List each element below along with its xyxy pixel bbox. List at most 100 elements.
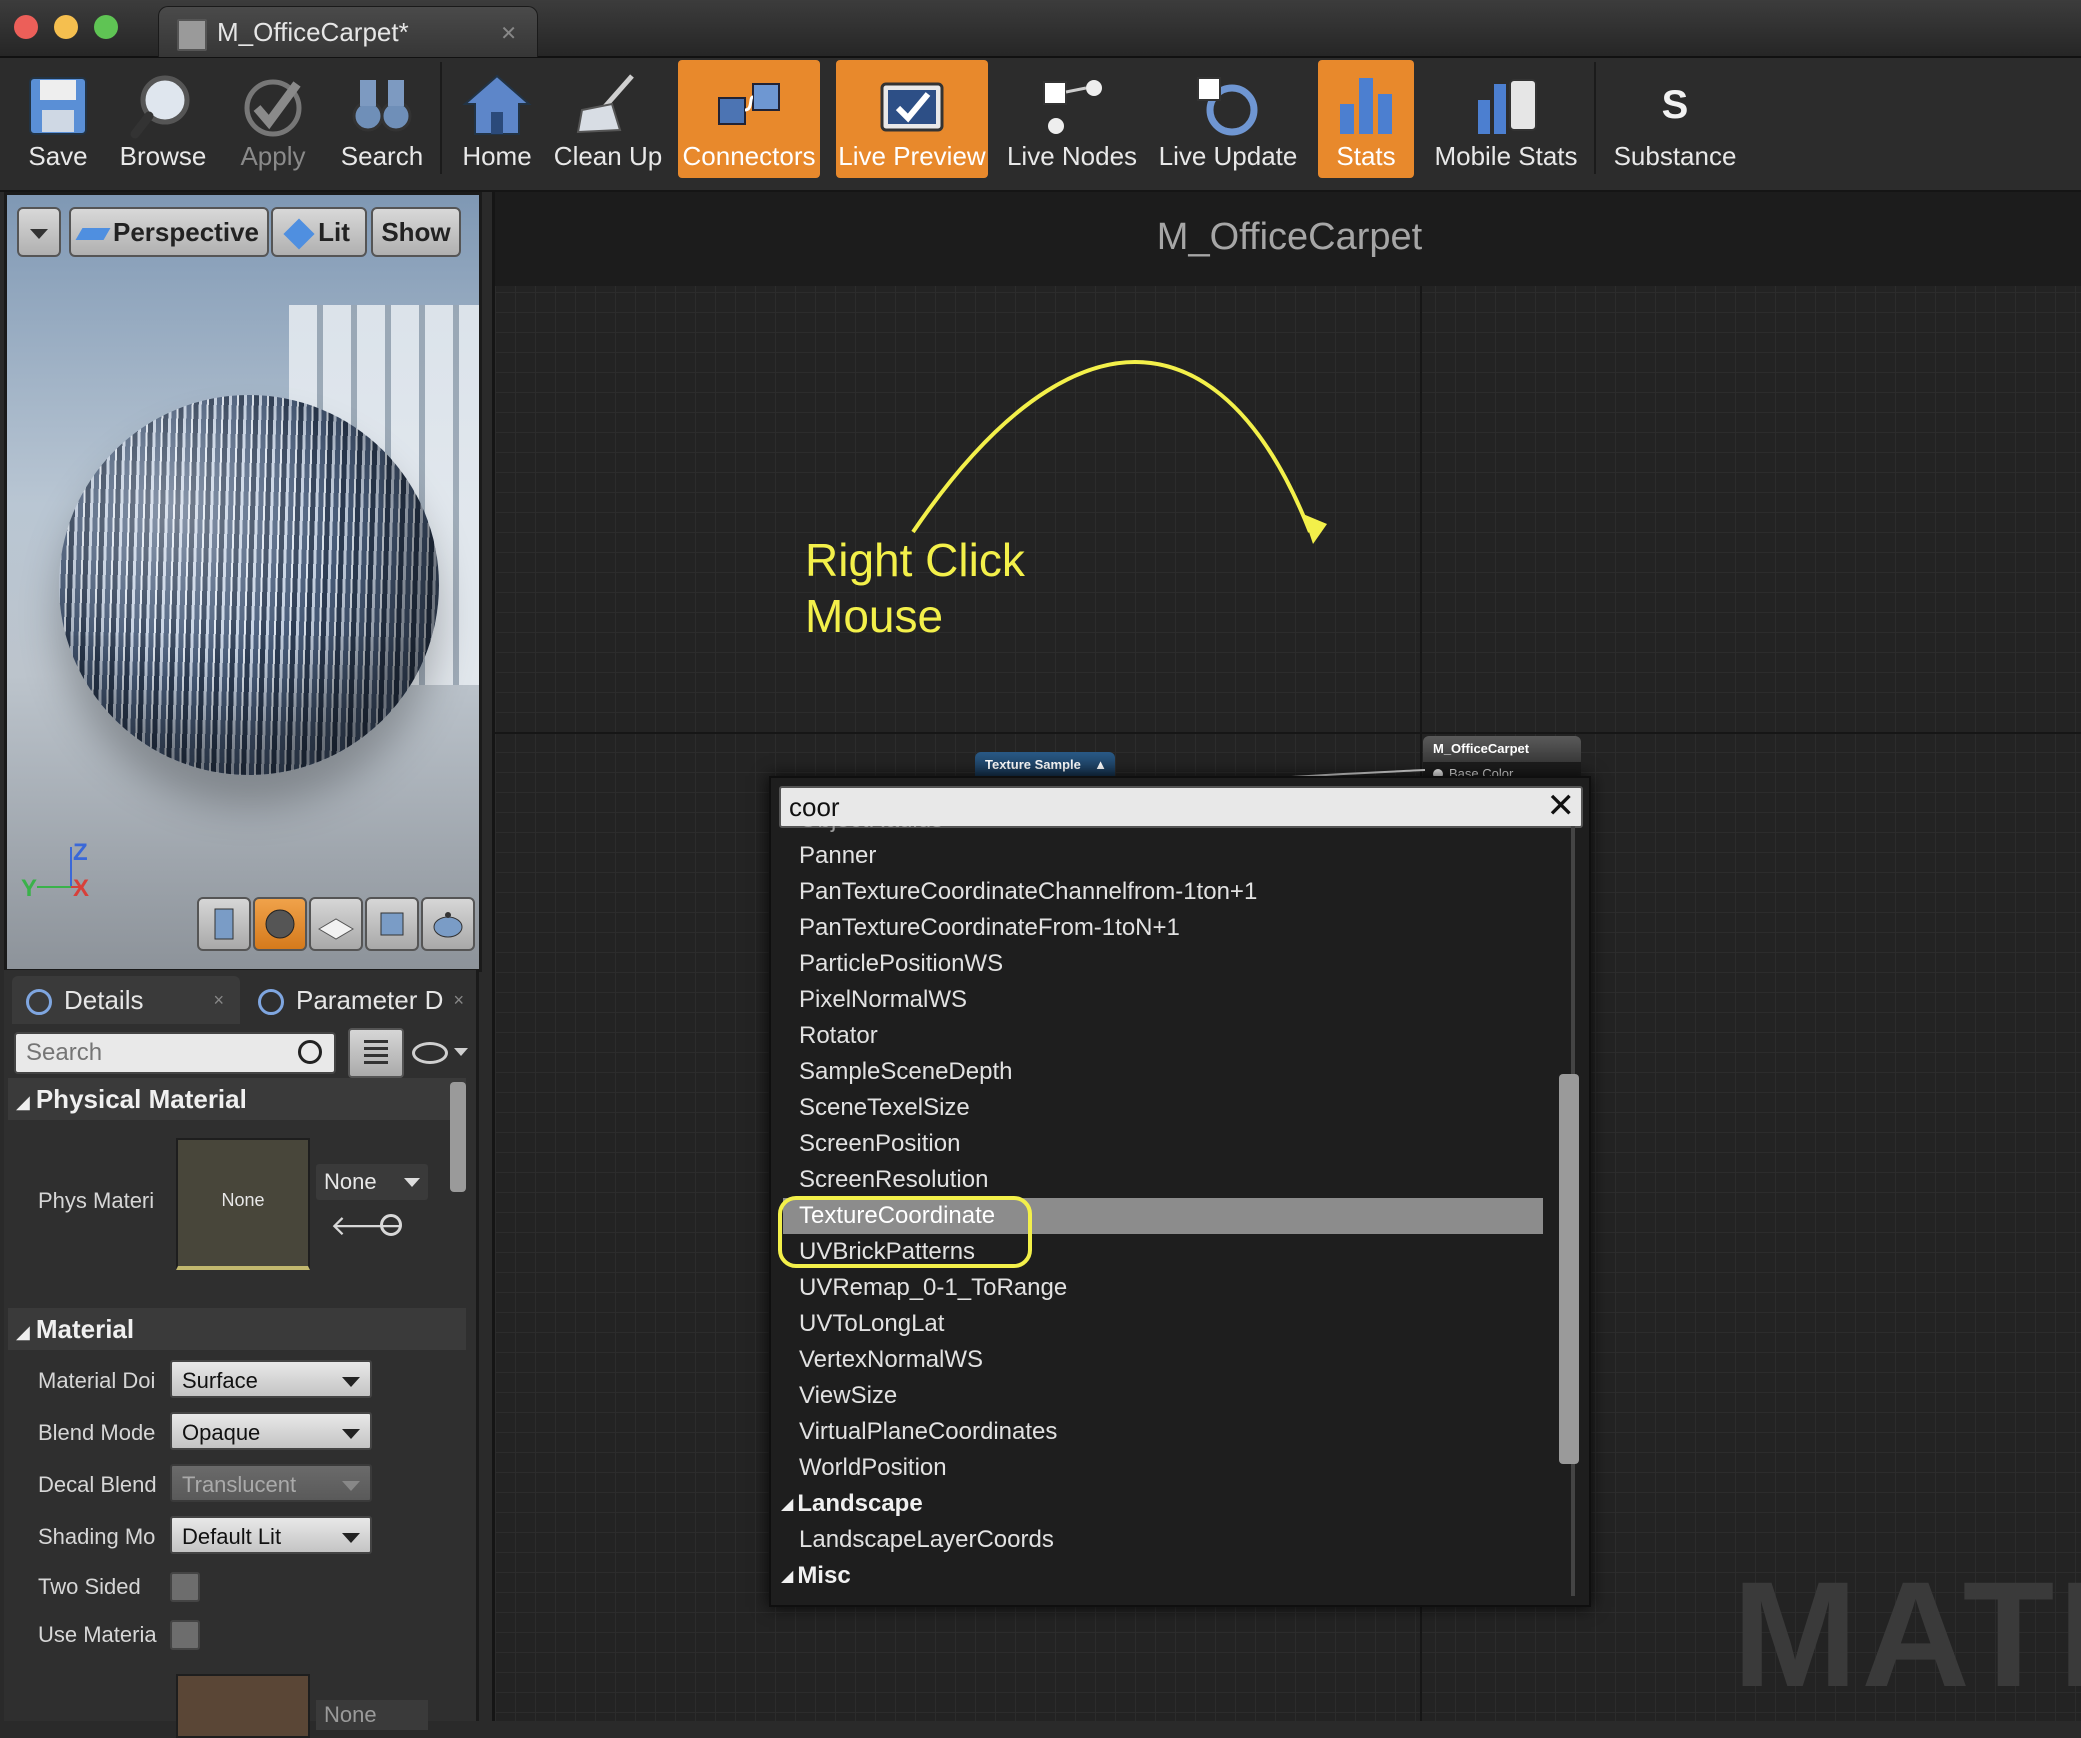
house-icon xyxy=(462,74,532,135)
parameter-magnifier-icon xyxy=(258,989,284,1016)
chevron-down-icon xyxy=(404,1178,420,1187)
substance-button[interactable]: S Substance xyxy=(1602,60,1748,178)
minimize-window-button[interactable] xyxy=(54,15,78,39)
preview-custom-mesh-button[interactable] xyxy=(421,897,475,951)
refresh-icon xyxy=(1197,77,1258,136)
menu-item[interactable]: SceneTexelSize xyxy=(799,1090,970,1126)
menu-item[interactable]: LandscapeLayerCoords xyxy=(799,1522,1054,1558)
menu-item[interactable]: UVToLongLat xyxy=(799,1306,944,1342)
menu-item[interactable]: Rotator xyxy=(799,1018,878,1054)
menu-item[interactable]: UVRemap_0-1_ToRange xyxy=(799,1270,1067,1306)
material-doc-icon xyxy=(177,19,207,51)
tab-parameter-defaults[interactable]: Parameter D × xyxy=(248,976,468,1024)
menu-item[interactable]: PanTextureCoordinateChannelfrom-1ton+1 xyxy=(799,874,1257,910)
close-window-button[interactable] xyxy=(14,15,38,39)
details-scrollbar[interactable] xyxy=(450,1082,466,1192)
menu-item[interactable]: ScreenPosition xyxy=(799,1126,960,1162)
stats-button[interactable]: Stats xyxy=(1318,60,1414,178)
collapse-arrow-icon: ◢ xyxy=(16,1092,30,1112)
use-material-attributes-checkbox[interactable] xyxy=(170,1620,200,1650)
menu-item[interactable]: SampleSceneDepth xyxy=(799,1054,1012,1090)
collapse-arrow-icon[interactable]: ▲ xyxy=(1094,752,1107,778)
shading-model-combo[interactable]: Default Lit xyxy=(170,1516,372,1554)
chevron-down-icon xyxy=(342,1429,360,1439)
editor-tab[interactable]: M_OfficeCarpet* ✕ xyxy=(158,6,538,57)
search-button[interactable]: Search xyxy=(330,60,434,178)
axis-y-label: Y xyxy=(21,875,38,902)
two-sided-checkbox[interactable] xyxy=(170,1572,200,1602)
blend-mode-label: Blend Mode xyxy=(38,1420,156,1445)
perspective-icon xyxy=(75,228,111,241)
dropdown-icon xyxy=(30,229,48,240)
details-search-input[interactable] xyxy=(16,1034,278,1072)
perspective-button[interactable]: Perspective xyxy=(69,207,269,257)
toolbar: Save Browse Apply Search Home Clean Up C… xyxy=(0,58,2081,192)
browse-button[interactable]: Browse xyxy=(112,60,214,178)
menu-item[interactable]: ScreenResolution xyxy=(799,1162,988,1198)
phys-material-thumbnail[interactable]: None xyxy=(176,1138,310,1270)
connectors-button[interactable]: Connectors xyxy=(678,60,820,178)
clean-up-button[interactable]: Clean Up xyxy=(552,60,664,178)
tab-details[interactable]: Details × xyxy=(12,976,240,1024)
preview-cylinder-button[interactable] xyxy=(197,897,251,951)
browse-asset-icon[interactable] xyxy=(380,1214,402,1236)
material-domain-label: Material Doi xyxy=(38,1368,156,1393)
menu-item[interactable]: PixelNormalWS xyxy=(799,982,967,1018)
live-preview-button[interactable]: Live Preview xyxy=(836,60,988,178)
visibility-dropdown[interactable] xyxy=(410,1036,470,1068)
menu-item[interactable]: VertexNormalWS xyxy=(799,1342,983,1378)
apply-button[interactable]: Apply xyxy=(222,60,324,178)
tab-close-icon[interactable]: × xyxy=(453,976,464,1024)
blend-mode-combo[interactable]: Opaque xyxy=(170,1412,372,1450)
preview-sphere-button[interactable] xyxy=(253,897,307,951)
menu-item[interactable]: ObjectRadius xyxy=(799,826,943,838)
view-options-button[interactable] xyxy=(17,207,61,257)
grid-icon xyxy=(364,1040,388,1064)
lit-button[interactable]: Lit xyxy=(271,207,367,257)
node-search-input[interactable] xyxy=(781,788,1531,826)
view-options-grid-button[interactable] xyxy=(348,1028,404,1078)
section-material[interactable]: ◢ Material xyxy=(8,1308,466,1350)
bottom-combo[interactable]: None xyxy=(316,1700,428,1730)
menu-item[interactable]: WorldPosition xyxy=(799,1450,947,1486)
close-icon[interactable]: ✕ xyxy=(1547,788,1576,824)
texture-sample-node[interactable]: Texture Sample ▲ xyxy=(975,752,1115,778)
annotation-text: Right Click Mouse xyxy=(805,534,1025,642)
cube-icon xyxy=(380,912,404,936)
chevron-down-icon xyxy=(342,1533,360,1543)
broom-icon xyxy=(576,74,634,134)
magnifier-icon xyxy=(130,75,190,139)
menu-category[interactable]: Landscape xyxy=(781,1486,922,1522)
show-button[interactable]: Show xyxy=(371,207,461,257)
menu-category[interactable]: Misc xyxy=(781,1558,850,1594)
live-nodes-button[interactable]: Live Nodes xyxy=(1004,60,1140,178)
menu-item[interactable]: VirtualPlaneCoordinates xyxy=(799,1414,1057,1450)
home-button[interactable]: Home xyxy=(446,60,548,178)
mobile-chart-icon xyxy=(1478,79,1537,134)
material-thumbnail[interactable] xyxy=(176,1674,310,1738)
details-search-box xyxy=(14,1032,336,1074)
menu-scroll-thumb[interactable] xyxy=(1559,1074,1579,1464)
menu-item[interactable]: Panner xyxy=(799,838,876,874)
material-domain-combo[interactable]: Surface xyxy=(170,1360,372,1398)
decal-blend-combo[interactable]: Translucent xyxy=(170,1464,372,1502)
menu-item[interactable]: ParticlePositionWS xyxy=(799,946,1003,982)
tab-close-icon[interactable]: × xyxy=(213,976,224,1024)
section-physical-material[interactable]: ◢ Physical Material xyxy=(8,1078,466,1120)
node-search-menu: ✕ ObjectRadius Panner PanTextureCoordina… xyxy=(769,776,1591,1607)
mobile-stats-button[interactable]: Mobile Stats xyxy=(1426,60,1586,178)
result-node[interactable]: M_OfficeCarpet xyxy=(1423,736,1581,762)
details-magnifier-icon xyxy=(26,989,52,1016)
preview-plane-button[interactable] xyxy=(309,897,363,951)
save-button[interactable]: Save xyxy=(8,60,108,178)
menu-item[interactable]: PanTextureCoordinateFrom-1toN+1 xyxy=(799,910,1180,946)
menu-item[interactable]: ViewSize xyxy=(799,1378,897,1414)
live-update-button[interactable]: Live Update xyxy=(1150,60,1306,178)
material-preview-viewport[interactable]: Perspective Lit Show Z Y X xyxy=(4,192,482,972)
tab-close-icon[interactable]: ✕ xyxy=(500,21,517,46)
preview-cube-button[interactable] xyxy=(365,897,419,951)
node-search-box: ✕ xyxy=(779,786,1583,828)
search-icon xyxy=(298,1040,322,1064)
zoom-window-button[interactable] xyxy=(94,15,118,39)
phys-material-combo[interactable]: None xyxy=(316,1164,428,1200)
